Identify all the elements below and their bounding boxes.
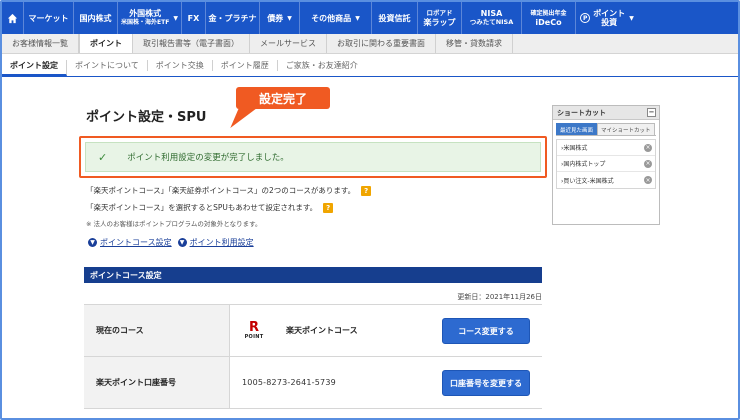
- tab-point-history[interactable]: ポイント履歴: [213, 60, 278, 71]
- subnav-transfer[interactable]: 移管・貸数請求: [436, 34, 513, 53]
- nav-point-investment[interactable]: P ポイント 投資 ▼: [576, 2, 638, 34]
- nav-nisa[interactable]: NISA つみたてNISA: [462, 2, 522, 34]
- corporate-note: ※ 法人のお客様はポイントプログラムの対象外となります。: [86, 220, 262, 228]
- chevron-down-icon: ▼: [173, 14, 178, 22]
- subnav-point[interactable]: ポイント: [79, 34, 133, 53]
- course-table: 現在のコース R POINT 楽天ポイントコース コース変更する 楽天ポイント口…: [84, 304, 542, 409]
- account-number-value: 1005-8273-2641-5739: [242, 378, 336, 387]
- nav-fx[interactable]: FX: [182, 2, 206, 34]
- completion-callout: 設定完了: [236, 87, 330, 109]
- shortcut-title: ショートカット: [557, 108, 606, 117]
- list-item[interactable]: ›米国株式 ×: [557, 140, 655, 156]
- success-highlight-box: ✓ ポイント利用設定の変更が完了しました。: [79, 136, 547, 178]
- subnav-trade-reports[interactable]: 取引報告書等（電子書面）: [133, 34, 250, 53]
- nav-foreign-stock[interactable]: 外国株式 米国株・海外ETF ▼: [118, 2, 182, 34]
- help-icon[interactable]: ?: [323, 202, 334, 213]
- table-row: 現在のコース R POINT 楽天ポイントコース コース変更する: [84, 305, 542, 357]
- tab-about-points[interactable]: ポイントについて: [67, 60, 148, 71]
- chevron-down-icon: ▼: [287, 14, 292, 22]
- check-icon: ✓: [98, 150, 108, 164]
- subnav-mail-service[interactable]: メールサービス: [250, 34, 327, 53]
- current-course-value: 楽天ポイントコース: [286, 326, 358, 335]
- point-subnav: ポイント設定 ポイントについて ポイント交換 ポイント履歴 ご家族・お友達紹介: [2, 55, 738, 77]
- info-line-spu: 「楽天ポイントコース」を選択するとSPUもあわせて設定されます。 ?: [86, 202, 334, 213]
- home-icon[interactable]: [2, 2, 24, 34]
- shortcut-list: ›米国株式 × ›国内株式トップ × ›買い注文-米国株式 ×: [556, 139, 656, 189]
- remove-icon[interactable]: ×: [644, 143, 652, 152]
- arrow-down-circle-icon: ▼: [177, 238, 187, 247]
- table-row: 楽天ポイント口座番号 1005-8273-2641-5739 口座番号を変更する: [84, 357, 542, 409]
- page-title: ポイント設定・SPU: [86, 110, 207, 125]
- info-line-courses: 「楽天ポイントコース」「楽天証券ポイントコース」の2つのコースがあります。 ?: [86, 185, 372, 196]
- subnav-important-docs[interactable]: お取引に関わる重要書面: [327, 34, 436, 53]
- row-label-account-number: 楽天ポイント口座番号: [84, 357, 230, 408]
- updated-date: 更新日：2021年11月26日: [457, 293, 542, 301]
- chevron-down-icon: ▼: [629, 14, 634, 22]
- help-icon[interactable]: ?: [361, 185, 372, 196]
- top-navigation: マーケット 国内株式 外国株式 米国株・海外ETF ▼ FX 金・プラチナ 債券 ▼…: [2, 2, 738, 34]
- row-label-current-course: 現在のコース: [84, 305, 230, 356]
- tab-referral[interactable]: ご家族・お友達紹介: [278, 60, 366, 71]
- account-subnav: お客様情報一覧 ポイント 取引報告書等（電子書面） メールサービス お取引に関わ…: [2, 34, 738, 54]
- link-point-course-settings[interactable]: ▼ ポイントコース設定: [88, 237, 172, 248]
- arrow-down-circle-icon: ▼: [88, 238, 97, 247]
- nav-robo-advisor[interactable]: ロボアド 楽ラップ: [418, 2, 462, 34]
- nav-other-products[interactable]: その他商品 ▼: [300, 2, 372, 34]
- remove-icon[interactable]: ×: [644, 159, 652, 168]
- nav-investment-trust[interactable]: 投資信託: [372, 2, 418, 34]
- nav-gold-platinum[interactable]: 金・プラチナ: [206, 2, 260, 34]
- nav-domestic-stock[interactable]: 国内株式: [74, 2, 118, 34]
- shortcut-panel: ショートカット − 最近見た画面 マイショートカット ›米国株式 × ›国内株式…: [552, 105, 660, 225]
- tab-my-shortcuts[interactable]: マイショートカット: [597, 123, 655, 135]
- chevron-down-icon: ▼: [355, 14, 360, 22]
- tab-point-settings[interactable]: ポイント設定: [2, 60, 67, 76]
- rakuten-point-logo: R POINT: [244, 320, 264, 340]
- nav-ideco[interactable]: 確定拠出年金 iDeCo: [522, 2, 576, 34]
- link-point-usage-settings[interactable]: ▼ ポイント利用設定: [177, 237, 254, 248]
- tab-point-exchange[interactable]: ポイント交換: [148, 60, 213, 71]
- success-message-box: ✓ ポイント利用設定の変更が完了しました。: [85, 142, 541, 172]
- anchor-links: ▼ ポイントコース設定 ▼ ポイント利用設定: [88, 237, 254, 248]
- tab-recent-screens[interactable]: 最近見た画面: [556, 123, 598, 135]
- success-message: ポイント利用設定の変更が完了しました。: [127, 153, 289, 163]
- minimize-icon[interactable]: −: [647, 108, 656, 117]
- change-course-button[interactable]: コース変更する: [442, 318, 530, 344]
- list-item[interactable]: ›買い注文-米国株式 ×: [557, 172, 655, 188]
- remove-icon[interactable]: ×: [644, 176, 652, 184]
- subnav-customer-info[interactable]: お客様情報一覧: [2, 34, 79, 53]
- point-circle-icon: P: [580, 13, 591, 23]
- change-account-number-button[interactable]: 口座番号を変更する: [442, 370, 530, 396]
- list-item[interactable]: ›国内株式トップ ×: [557, 156, 655, 172]
- nav-market[interactable]: マーケット: [24, 2, 74, 34]
- section-header-point-course: ポイントコース設定: [84, 267, 542, 283]
- nav-bonds[interactable]: 債券 ▼: [260, 2, 300, 34]
